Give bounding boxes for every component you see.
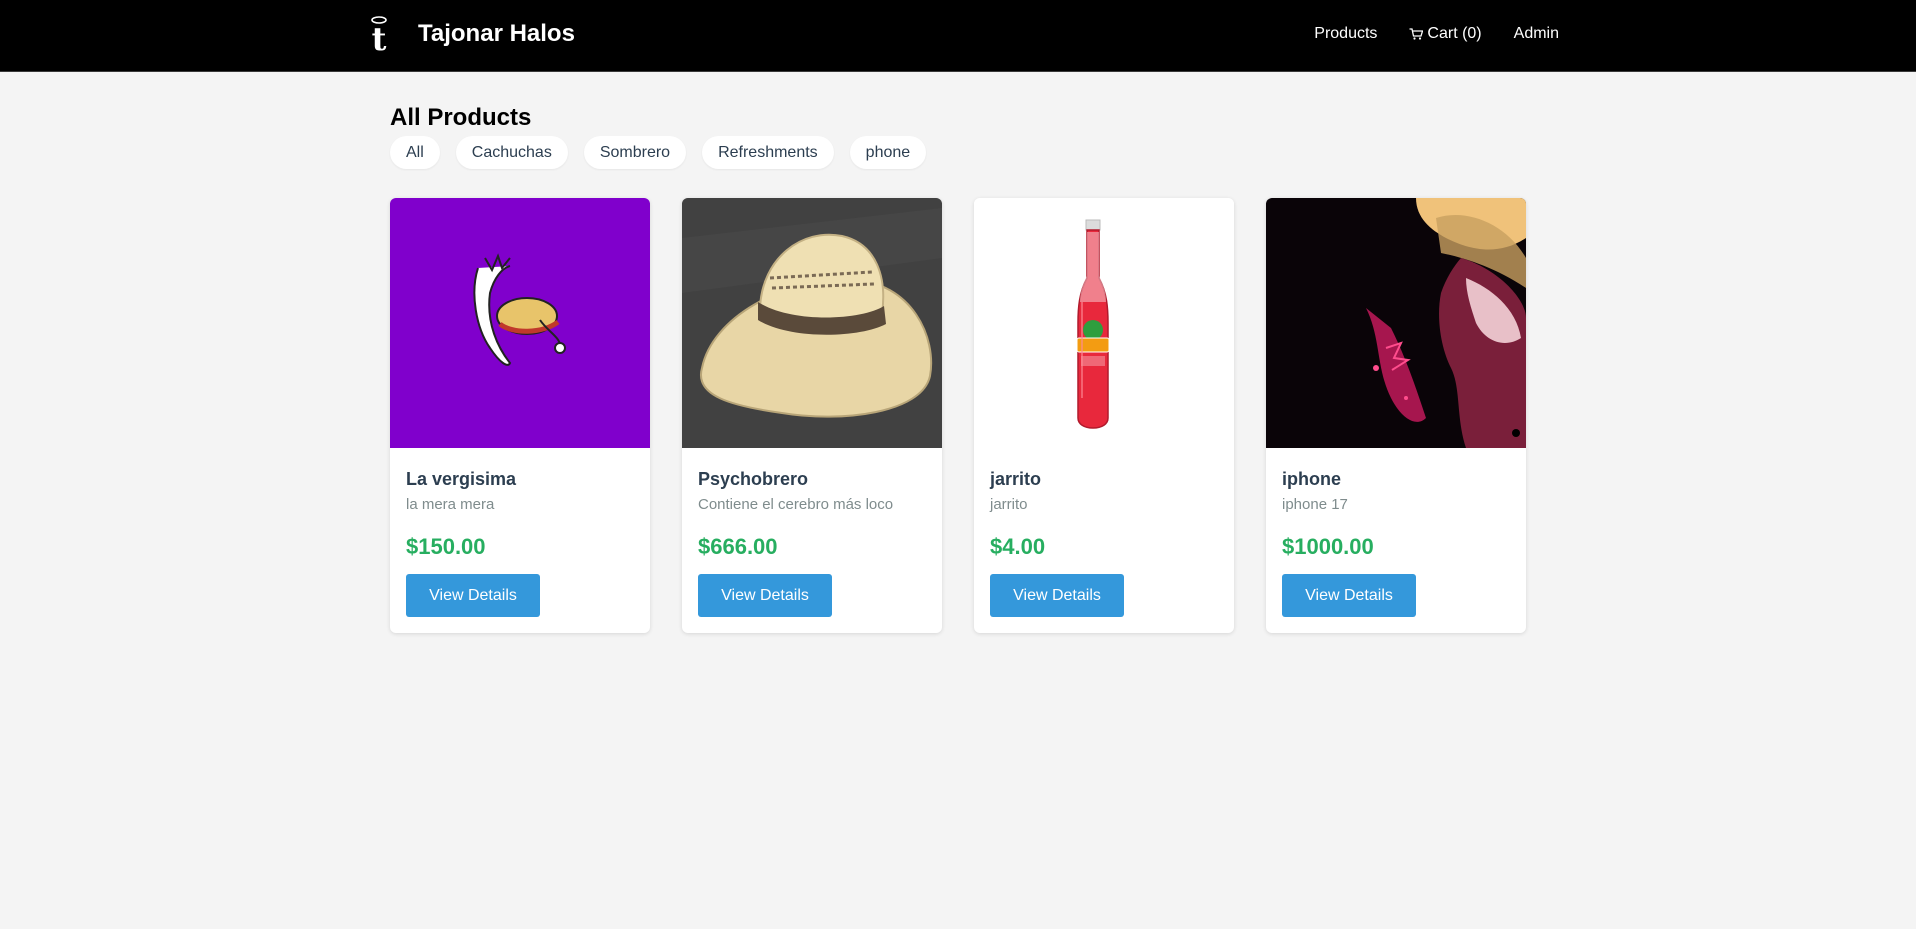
product-grid: La vergisima la mera mera $150.00 View D… [390,198,1526,633]
t-hat-logo-icon: t [364,14,394,54]
product-description: la mera mera [406,496,495,513]
filter-refreshments[interactable]: Refreshments [702,136,834,169]
nav-cart-link[interactable]: Cart (0) [1409,25,1482,43]
product-description: Contiene el cerebro más loco [698,496,894,513]
view-details-button[interactable]: View Details [1282,574,1416,617]
nav-products-link[interactable]: Products [1314,25,1377,43]
product-price: $150.00 [406,534,486,559]
main-nav: Products Cart (0) Admin [1314,25,1559,43]
product-card: iphone iphone 17 $1000.00 View Details [1266,198,1526,633]
view-details-button[interactable]: View Details [406,574,540,617]
product-name[interactable]: La vergisima [406,468,634,490]
product-image-jarrito[interactable] [974,198,1234,448]
product-price: $4.00 [990,534,1046,559]
filter-sombrero[interactable]: Sombrero [583,136,687,169]
products-page: All Products All Cachuchas Sombrero Refr… [390,104,1526,633]
svg-text:t: t [372,20,387,54]
product-price: $666.00 [698,534,778,559]
product-name[interactable]: Psychobrero [698,468,926,490]
product-name[interactable]: jarrito [990,468,1218,490]
product-description: jarrito [990,496,1028,513]
product-card: jarrito jarrito $4.00 View Details [974,198,1234,633]
product-image-iphone[interactable] [1266,198,1526,448]
brand-link[interactable]: t Tajonar Halos [364,14,575,54]
category-filters: All Cachuchas Sombrero Refreshments phon… [390,136,1526,169]
cart-icon [1409,28,1424,40]
brand-name: Tajonar Halos [418,20,575,47]
product-image-psychobrero[interactable] [682,198,942,448]
view-details-button[interactable]: View Details [698,574,832,617]
filter-cachuchas[interactable]: Cachuchas [455,136,568,169]
nav-admin-link[interactable]: Admin [1514,25,1559,43]
product-card: La vergisima la mera mera $150.00 View D… [390,198,650,633]
product-description: iphone 17 [1282,496,1348,513]
product-price: $1000.00 [1282,534,1374,559]
filter-phone[interactable]: phone [849,136,927,169]
page-title: All Products [390,104,532,131]
filter-all[interactable]: All [390,136,440,169]
product-image-la-vergisima[interactable] [390,198,650,448]
view-details-button[interactable]: View Details [990,574,1124,617]
cart-label: Cart (0) [1427,25,1482,42]
product-card: Psychobrero Contiene el cerebro más loco… [682,198,942,633]
product-name[interactable]: iphone [1282,468,1510,490]
navbar: t Tajonar Halos Products Cart (0) Admin [0,0,1916,72]
